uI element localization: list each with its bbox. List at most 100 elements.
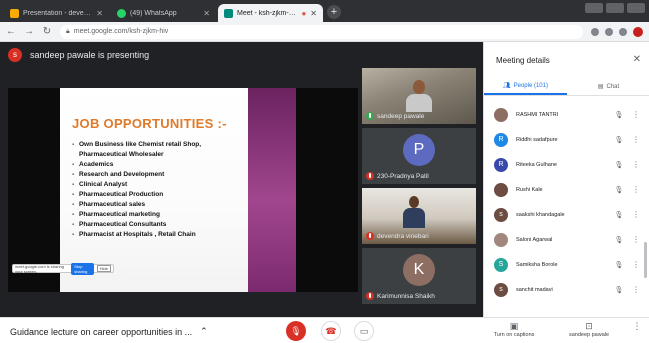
more-options-icon[interactable]: ⋮ <box>632 285 640 294</box>
slide-bullet-list: Own Business like Chemist retail Shop, P… <box>72 140 248 240</box>
avatar: s <box>494 207 508 222</box>
more-options-icon[interactable]: ⋮ <box>632 235 640 244</box>
tab-title: Presentation - devendra vinebari <box>23 9 92 17</box>
participant-video <box>406 78 432 112</box>
bookmark-star-icon[interactable] <box>605 27 613 36</box>
list-item[interactable]: R Riteeka Gulhane 🎙︎ ⋮ <box>484 152 649 177</box>
hide-notification-button[interactable]: Hide <box>96 265 111 272</box>
maximize-button[interactable] <box>606 3 624 13</box>
profile-avatar[interactable] <box>633 26 643 37</box>
list-item[interactable]: S Samiksha Borole 🎙︎ ⋮ <box>484 252 649 277</box>
stop-sharing-button[interactable]: Stop sharing <box>71 262 94 275</box>
back-arrow-icon[interactable]: ← <box>6 26 16 37</box>
mic-toggle-button[interactable]: 🎙︎ <box>286 321 306 341</box>
more-options-icon[interactable]: ⋮ <box>632 160 640 169</box>
captions-label: Turn on captions <box>493 332 535 338</box>
more-vert-icon: ⋮ <box>632 321 642 331</box>
browser-tab-meet[interactable]: Meet - ksh-zjkm-hiv ● ✕ <box>218 4 323 22</box>
panel-tabs: 👥︎ People (101) ▤ Chat <box>484 78 649 96</box>
participant-tile[interactable]: P 230-Pradnya Patil <box>362 128 476 184</box>
mic-off-icon: 🎙︎ <box>614 211 624 219</box>
slide-bullet: Academics <box>72 160 248 170</box>
more-options-icon[interactable]: ⋮ <box>632 110 640 119</box>
people-icon: 👥︎ <box>503 83 511 89</box>
more-options-button[interactable]: ⋮ <box>632 321 642 332</box>
slide-bullet: Pharmaceutical Consultants <box>72 220 248 230</box>
more-options-icon[interactable]: ⋮ <box>632 185 640 194</box>
meet-stage: s sandeep pawale is presenting JOB OPPOR… <box>0 42 483 317</box>
meeting-title-text: Guidance lecture on career opportunities… <box>10 326 193 337</box>
meeting-title[interactable]: Guidance lecture on career opportunities… <box>10 326 208 337</box>
tab-chat[interactable]: ▤ Chat <box>567 78 649 95</box>
mic-off-icon: 🎙︎ <box>614 136 624 144</box>
slide-bullet: Pharmaceutical sales <box>72 200 248 210</box>
close-window-button[interactable] <box>627 3 645 13</box>
close-icon[interactable]: ✕ <box>633 54 641 65</box>
participant-avatar: P <box>403 134 435 166</box>
tab-people[interactable]: 👥︎ People (101) <box>484 78 567 95</box>
list-item[interactable]: RASHMI TANTRI 🎙︎ ⋮ <box>484 102 649 127</box>
list-item[interactable]: s sanchit madavi 🎙︎ ⋮ <box>484 277 649 302</box>
participant-name: sandeep pawale <box>377 112 425 120</box>
list-item[interactable]: R Riddhi sadafpure 🎙︎ ⋮ <box>484 127 649 152</box>
close-tab-icon[interactable]: ✕ <box>310 9 317 18</box>
avatar: s <box>494 282 508 297</box>
close-tab-icon[interactable]: ✕ <box>203 9 210 18</box>
participant-tile[interactable]: K Karimunnisa Shaikh <box>362 248 476 304</box>
whatsapp-favicon-icon <box>117 8 126 18</box>
reload-icon[interactable]: ↻ <box>42 26 52 37</box>
list-item[interactable]: s saakshi khandagale 🎙︎ ⋮ <box>484 202 649 227</box>
mic-off-icon: 🎙︎ <box>614 261 624 269</box>
address-bar[interactable]: 🔒︎ meet.google.com/ksh-zjkm-hiv <box>60 24 583 39</box>
captions-icon: ▣ <box>509 321 519 331</box>
participant-list: RASHMI TANTRI 🎙︎ ⋮ R Riddhi sadafpure 🎙︎… <box>484 102 649 302</box>
mic-off-icon: 🎙︎ <box>614 111 624 119</box>
presenting-button[interactable]: ⊡ sandeep pawale <box>562 321 616 338</box>
present-screen-icon: ⊡ <box>585 321 593 331</box>
mic-off-icon <box>366 292 374 300</box>
forward-arrow-icon[interactable]: → <box>24 26 34 37</box>
camera-icon: ▭ <box>359 325 369 336</box>
browser-tab-whatsapp[interactable]: (49) WhatsApp ✕ <box>111 4 216 22</box>
extensions-puzzle-icon[interactable] <box>619 27 627 36</box>
more-options-icon[interactable]: ⋮ <box>632 260 640 269</box>
window-controls <box>585 3 645 13</box>
participant-name: sanchit madavi <box>516 286 553 293</box>
meeting-details-panel: Meeting details ✕ 👥︎ People (101) ▤ Chat… <box>483 42 649 317</box>
slide-decorative-band <box>248 88 296 292</box>
tab-chat-label: Chat <box>606 83 620 90</box>
more-options-icon[interactable]: ⋮ <box>632 135 640 144</box>
new-tab-button[interactable]: + <box>327 5 341 19</box>
minimize-button[interactable] <box>585 3 603 13</box>
hang-up-icon: ☎︎ <box>325 325 337 336</box>
avatar <box>494 232 508 247</box>
captions-button[interactable]: ▣ Turn on captions <box>489 321 539 338</box>
presentation-slide: JOB OPPORTUNITIES :- Own Business like C… <box>60 88 296 292</box>
slide-bullet: Own Business like Chemist retail Shop, P… <box>72 140 248 160</box>
list-item[interactable]: Saloni Agarwal 🎙︎ ⋮ <box>484 227 649 252</box>
panel-scrollbar[interactable] <box>644 242 647 278</box>
close-tab-icon[interactable]: ✕ <box>96 9 103 18</box>
avatar: S <box>494 257 508 272</box>
avatar <box>494 182 508 197</box>
mic-off-icon: 🎙︎ <box>290 325 302 336</box>
participant-name: 230-Pradnya Patil <box>377 172 429 180</box>
participant-tile[interactable]: devendra vinebari <box>362 188 476 244</box>
participant-name: Riddhi sadafpure <box>516 136 558 143</box>
mic-off-icon: 🎙︎ <box>614 236 624 244</box>
address-text: meet.google.com/ksh-zjkm-hiv <box>73 28 169 35</box>
mic-off-icon: 🎙︎ <box>614 186 624 194</box>
camera-toggle-button[interactable]: ▭ <box>354 321 374 341</box>
browser-tab-presentation[interactable]: Presentation - devendra vinebari ✕ <box>4 4 109 22</box>
participant-name: devendra vinebari <box>377 232 429 240</box>
tab-title: (49) WhatsApp <box>130 9 177 17</box>
more-options-icon[interactable]: ⋮ <box>632 210 640 219</box>
slide-bullet: Research and Development <box>72 170 248 180</box>
participant-name: Samiksha Borole <box>516 261 558 268</box>
browser-tab-strip: Presentation - devendra vinebari ✕ (49) … <box>0 0 649 22</box>
mic-off-icon: 🎙︎ <box>614 161 624 169</box>
participant-tile[interactable]: sandeep pawale <box>362 68 476 124</box>
leave-call-button[interactable]: ☎︎ <box>321 321 341 341</box>
camera-indicator-icon[interactable] <box>591 27 599 36</box>
list-item[interactable]: Rushi Kale 🎙︎ ⋮ <box>484 177 649 202</box>
